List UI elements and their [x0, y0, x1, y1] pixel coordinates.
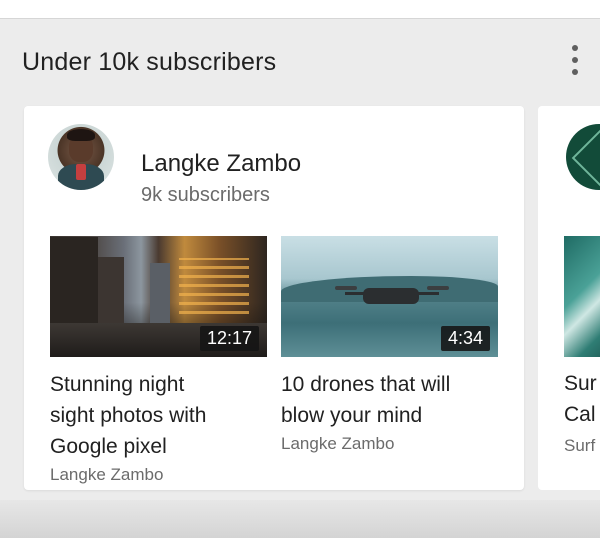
channel-card[interactable]: Langke Zambo 9k subscribers 12:17 Stunni… [24, 106, 524, 490]
drone-rotor [427, 286, 449, 290]
page: Under 10k subscribers Langke Zambo 9k su… [0, 0, 600, 538]
more-vert-icon-dot [572, 57, 578, 63]
video-duration-badge: 4:34 [440, 326, 490, 351]
thumbnail-building [150, 263, 170, 327]
logo-grid-icon [571, 129, 600, 187]
avatar-collar [76, 164, 86, 180]
thumbnail-building [50, 237, 98, 327]
video-title-line: sight photos with [50, 404, 207, 427]
next-video-title[interactable]: Sur Cal [564, 368, 597, 430]
next-channel-avatar[interactable] [566, 124, 600, 190]
video-title[interactable]: 10 drones that will blow your mind [281, 369, 498, 431]
thumbnail-building [98, 257, 124, 327]
video-item[interactable]: 12:17 Stunning night sight photos with G… [50, 236, 267, 485]
video-thumbnail[interactable]: 4:34 [281, 236, 498, 357]
avatar-hair [67, 129, 95, 141]
more-options-button[interactable] [562, 42, 588, 78]
video-title-line: 10 drones that will [281, 373, 451, 396]
video-duration-badge: 12:17 [199, 326, 259, 351]
drone-icon [363, 288, 419, 304]
top-bar [0, 0, 600, 19]
next-video-thumbnail[interactable] [564, 236, 600, 357]
video-title-line: blow your mind [281, 404, 423, 427]
video-channel-name: Langke Zambo [281, 434, 395, 453]
next-video-channel-name: Surf [564, 436, 596, 455]
channel-subscriber-count: 9k subscribers [141, 184, 270, 206]
thumbnail-lights [179, 258, 249, 314]
shelf-title: Under 10k subscribers [22, 48, 277, 76]
video-title-line: Google pixel [50, 435, 167, 458]
video-title[interactable]: Stunning night sight photos with Google … [50, 369, 267, 462]
more-vert-icon [572, 45, 578, 51]
next-channel-card[interactable]: Sur Cal Surf [538, 106, 600, 490]
video-thumbnail[interactable]: 12:17 [50, 236, 267, 357]
more-vert-icon-dot [572, 69, 578, 75]
channel-shelf: Under 10k subscribers Langke Zambo 9k su… [0, 22, 600, 492]
video-channel-name: Langke Zambo [50, 465, 164, 484]
video-item[interactable]: 4:34 10 drones that will blow your mind … [281, 236, 498, 454]
bottom-edge [0, 500, 600, 538]
channel-name[interactable]: Langke Zambo [141, 150, 301, 178]
video-title-line: Stunning night [50, 373, 185, 396]
drone-rotor [335, 286, 357, 290]
video-title-line: Sur [564, 372, 597, 395]
channel-avatar[interactable] [48, 124, 114, 190]
video-title-line: Cal [564, 403, 596, 426]
